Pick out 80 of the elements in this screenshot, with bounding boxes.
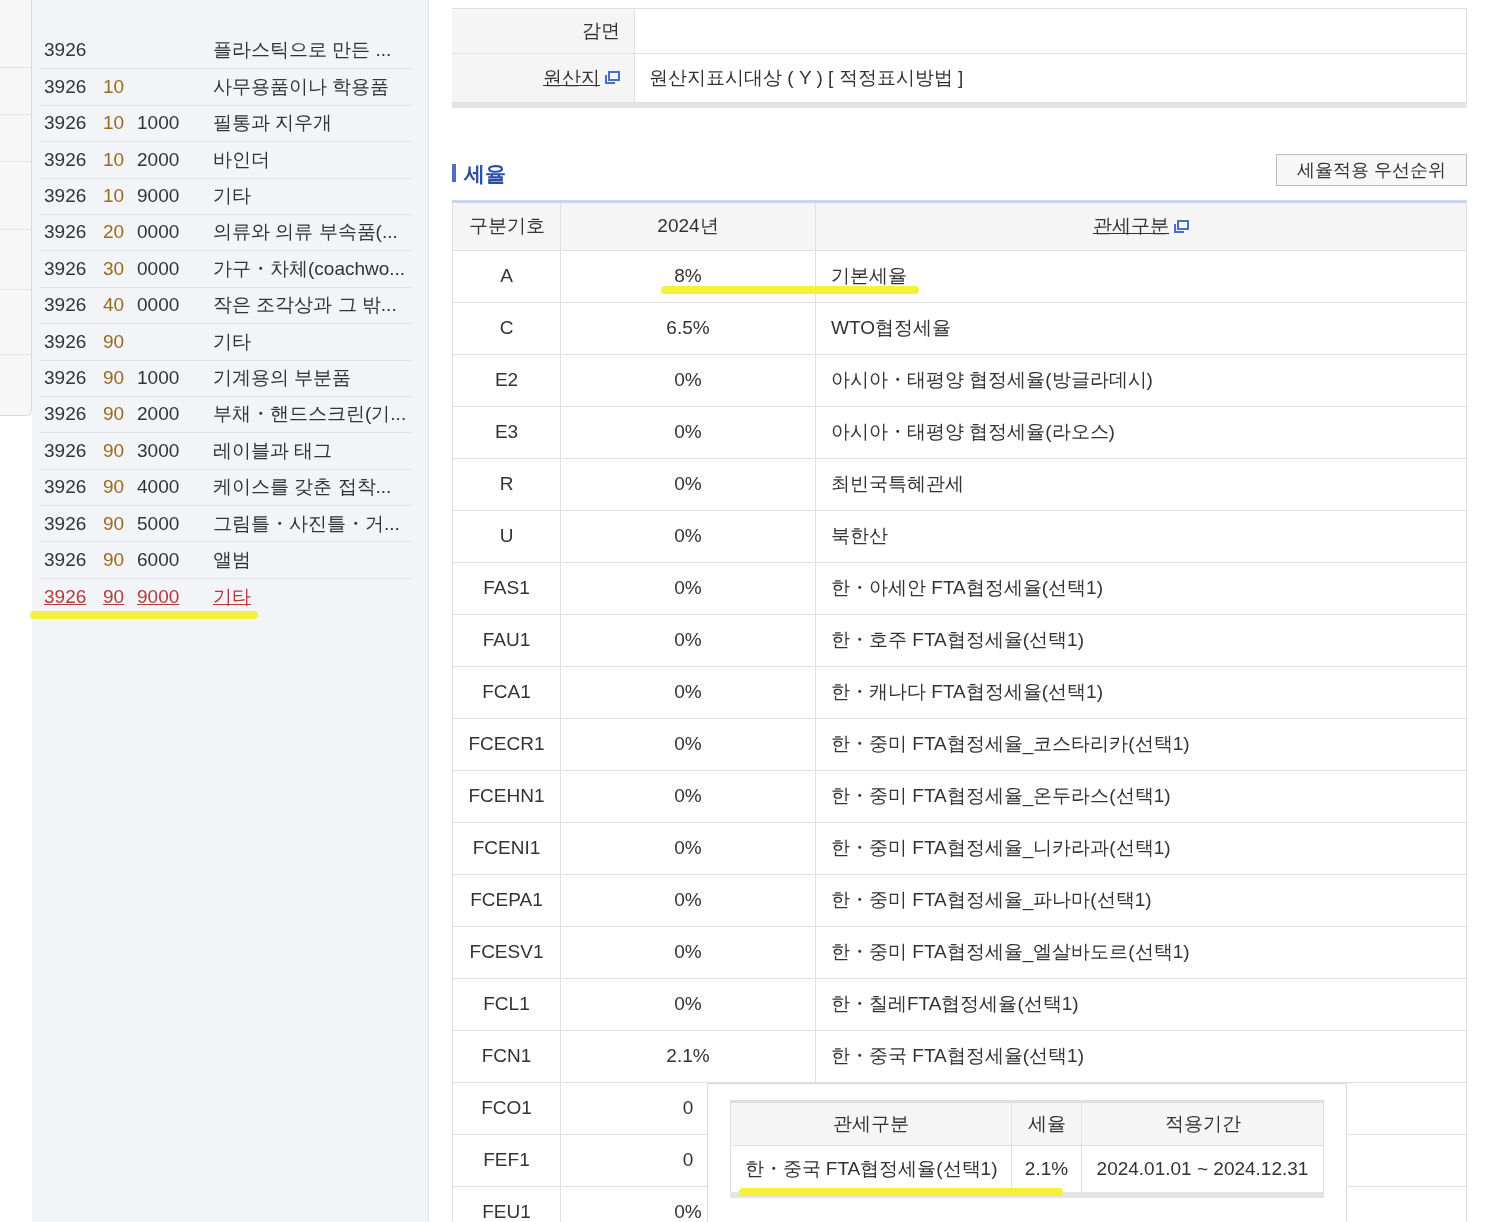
priority-button[interactable]: 세율적용 우선순위 — [1276, 154, 1467, 186]
column-header: 적용기간 — [1163, 1111, 1242, 1136]
table-cell: 0% — [561, 615, 816, 666]
field-label: 감면 — [452, 9, 635, 53]
table-cell-text: 한・중미 FTA협정세율_엘살바도르(선택1) — [830, 940, 1191, 965]
hs-code-link[interactable]: 3926 90 2000 부채・핸드스크린(기... — [40, 400, 407, 429]
hs-code-link[interactable]: 3926 플라스틱으로 만든 ... — [40, 36, 392, 65]
table-cell-text: 한・중미 FTA협정세율_파나마(선택1) — [830, 888, 1153, 913]
table-cell-text: 아시아・태평양 협정세율(라오스) — [830, 420, 1116, 445]
table-cell-text: 한・중미 FTA협정세율_온두라스(선택1) — [830, 784, 1172, 809]
table-cell: FCENI1 — [453, 823, 561, 874]
table-cell: FCL1 — [453, 979, 561, 1030]
table-cell: 2.1% — [561, 1031, 816, 1082]
field-value: 원산지표시대상 ( Y ) [ 적정표시방법 ] — [648, 65, 965, 90]
table-cell: 0% — [561, 407, 816, 458]
table-cell-text: 아시아・태평양 협정세율(방글라데시) — [830, 368, 1154, 393]
hs-code-link[interactable]: 3926 90 기타 — [40, 327, 251, 357]
field-label[interactable]: 원산지 — [452, 54, 635, 102]
hs-code-link[interactable]: 3926 20 0000 의류와 의류 부속품(... — [40, 218, 398, 247]
table-cell-text: 한・중미 FTA협정세율_코스타리카(선택1) — [830, 732, 1191, 757]
table-cell: FCESV1 — [453, 927, 561, 978]
table-cell-text: 한・호주 FTA협정세율(선택1) — [830, 628, 1085, 653]
hs-code-link[interactable]: 3926 90 9000 기타 — [40, 582, 251, 612]
table-cell: FAU1 — [453, 615, 561, 666]
hs-code-link[interactable]: 3926 90 1000 기계용의 부분품 — [40, 363, 352, 393]
new-window-icon — [1173, 219, 1189, 234]
section-title: 세율 — [452, 157, 506, 189]
column-header: 세율 — [1012, 1103, 1082, 1145]
table-cell: C — [453, 303, 561, 354]
table-cell: 0% — [561, 355, 816, 406]
table-cell: FCN1 — [453, 1031, 561, 1082]
table-cell: FCA1 — [453, 667, 561, 718]
table-cell: FCEPA1 — [453, 875, 561, 926]
table-cell: FEF1 — [453, 1135, 561, 1186]
hs-code-link[interactable]: 3926 10 9000 기타 — [40, 182, 251, 211]
table-cell: E2 — [453, 355, 561, 406]
table-cell: 0% — [561, 927, 816, 978]
hs-code-link[interactable]: 3926 10 2000 바인더 — [40, 145, 270, 175]
table-cell: FCEHN1 — [453, 771, 561, 822]
table-cell-text: 기본세율 — [830, 264, 908, 289]
hs-code-link[interactable]: 3926 40 0000 작은 조각상과 그 밖... — [40, 291, 397, 320]
hs-code-link[interactable]: 3926 90 6000 앨범 — [40, 545, 251, 575]
table-cell-text: 한・캐나다 FTA협정세율(선택1) — [830, 680, 1104, 705]
table-cell: A — [453, 251, 561, 302]
table-cell: R — [453, 459, 561, 510]
column-header[interactable]: 관세구분 — [816, 203, 1466, 250]
table-cell: 0% — [561, 875, 816, 926]
table-cell: 0% — [561, 979, 816, 1030]
hs-code-link[interactable]: 3926 30 0000 가구・차체(coachwo... — [40, 254, 406, 284]
table-cell: 0% — [561, 459, 816, 510]
table-cell: 6.5% — [561, 303, 816, 354]
table-cell: 0% — [561, 719, 816, 770]
table-cell: 0% — [561, 563, 816, 614]
table-cell: 0% — [561, 771, 816, 822]
table-cell-text: 북한산 — [830, 524, 889, 549]
table-cell: FAS1 — [453, 563, 561, 614]
hs-code-link[interactable]: 3926 90 4000 케이스를 갖춘 접착... — [40, 473, 392, 502]
hs-code-link[interactable]: 3926 90 5000 그림틀・사진틀・거... — [40, 509, 400, 538]
table-cell: 0% — [561, 823, 816, 874]
table-cell: FCECR1 — [453, 719, 561, 770]
column-header: 2024년 — [561, 203, 816, 250]
table-cell-text: 한・칠레FTA협정세율(선택1) — [830, 992, 1080, 1017]
table-cell: 0% — [561, 511, 816, 562]
table-cell-text: 한・중미 FTA협정세율_니카라과(선택1) — [830, 836, 1172, 861]
table-cell: FCO1 — [453, 1083, 561, 1134]
table-cell-text: 2024.01.01 ~ 2024.12.31 — [1095, 1156, 1310, 1181]
column-header: 구분기호 — [453, 203, 561, 250]
column-header: 관세구분 — [731, 1103, 1012, 1145]
table-cell-text: 한・중국 FTA협정세율(선택1) — [830, 1044, 1085, 1069]
table-cell: 0% — [561, 667, 816, 718]
table-cell-text: WTO협정세율 — [830, 316, 952, 341]
new-window-icon — [604, 71, 620, 85]
table-cell-text: 한・아세안 FTA협정세율(선택1) — [830, 576, 1104, 601]
table-cell: E3 — [453, 407, 561, 458]
table-cell: U — [453, 511, 561, 562]
hs-code-link[interactable]: 3926 10 사무용품이나 학용품 — [40, 72, 390, 102]
table-cell-text: 최빈국특혜관세 — [830, 472, 965, 497]
table-cell: FEU1 — [453, 1187, 561, 1222]
hs-code-link[interactable]: 3926 90 3000 레이블과 태그 — [40, 436, 333, 466]
hs-code-link[interactable]: 3926 10 1000 필통과 지우개 — [40, 109, 333, 138]
